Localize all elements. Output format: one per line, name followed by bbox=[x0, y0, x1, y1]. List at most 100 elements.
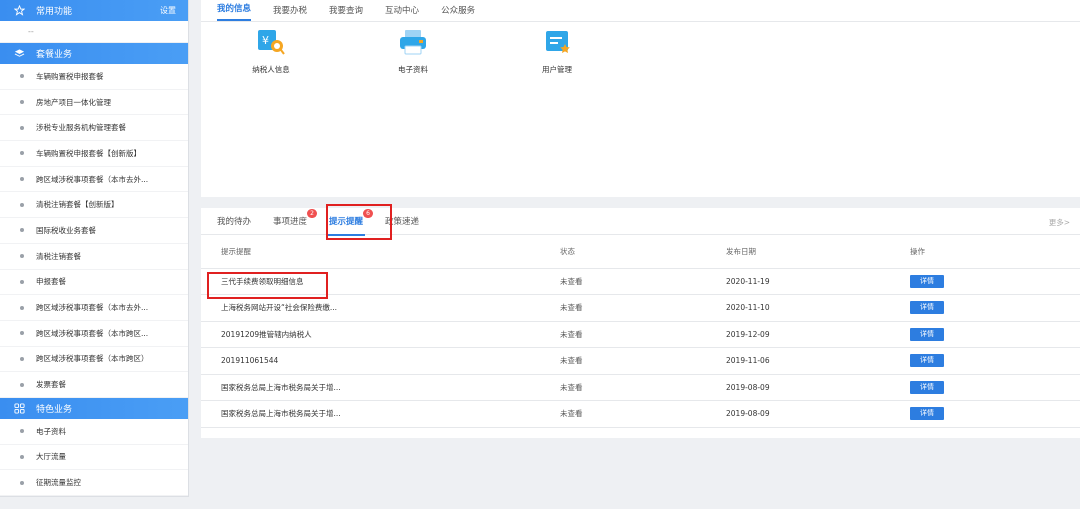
table-row: 201911061544 未查看 2019-11-06 详情 bbox=[201, 347, 1080, 375]
tile-e-document[interactable]: 电子资料 bbox=[373, 28, 453, 75]
special-item-label: 大厅流量 bbox=[36, 452, 66, 462]
reminder-status: 未查看 bbox=[560, 268, 726, 295]
package-item[interactable]: 涉税专业服务机构管理套餐 bbox=[0, 115, 188, 142]
settings-link[interactable]: 设置 bbox=[160, 5, 176, 16]
package-item[interactable]: 清税注销套餐 bbox=[0, 244, 188, 270]
common-functions-header[interactable]: 常用功能 设置 bbox=[0, 0, 188, 21]
bullet-icon bbox=[20, 331, 24, 336]
special-item-label: 征期流量监控 bbox=[36, 478, 81, 488]
package-item-label: 跨区域涉税事项套餐（本市去外... bbox=[36, 303, 149, 313]
my-info-panel: 我的信息 我要办税 我要查询 互动中心 公众服务 ¥ 纳税人信息 电子资料 用户… bbox=[201, 0, 1080, 197]
reminder-date: 2019-11-06 bbox=[726, 347, 910, 375]
col-header-date: 发布日期 bbox=[726, 235, 910, 269]
detail-button[interactable]: 详情 bbox=[910, 301, 944, 315]
tile-taxpayer-info-label: 纳税人信息 bbox=[252, 65, 290, 74]
tab-query[interactable]: 我要查询 bbox=[329, 4, 363, 21]
bullet-icon bbox=[20, 429, 24, 434]
package-item[interactable]: 发票套餐 bbox=[0, 372, 188, 398]
detail-button[interactable]: 详情 bbox=[910, 327, 944, 341]
package-item-label: 房地产项目一体化管理 bbox=[36, 97, 111, 107]
special-item-label: 电子资料 bbox=[36, 426, 66, 436]
action-cell: 详情 bbox=[910, 268, 1080, 295]
e-document-icon bbox=[400, 30, 426, 55]
detail-button[interactable]: 详情 bbox=[910, 407, 944, 421]
tab-public-service[interactable]: 公众服务 bbox=[441, 4, 475, 21]
package-item[interactable]: 清税注销套餐【创新版】 bbox=[0, 192, 188, 219]
reminder-status: 未查看 bbox=[560, 294, 726, 322]
reminder-title[interactable]: 201911061544 bbox=[201, 347, 560, 375]
tab-my-todo-label: 我的待办 bbox=[217, 217, 252, 227]
tab-progress-label: 事项进度 bbox=[273, 217, 308, 227]
reminder-status: 未查看 bbox=[560, 347, 726, 375]
table-row: 20191209推管辖内纳税人 未查看 2019-12-09 详情 bbox=[201, 321, 1080, 348]
reminder-date: 2019-08-09 bbox=[726, 400, 910, 428]
col-header-status: 状态 bbox=[560, 235, 726, 269]
special-business-header[interactable]: 特色业务 bbox=[0, 397, 188, 419]
bullet-icon bbox=[20, 74, 24, 79]
reminders-table: 提示提醒 状态 发布日期 操作 三代手续费领取明细信息 未查看 2020-11-19… bbox=[201, 235, 1080, 428]
bullet-icon bbox=[20, 100, 24, 105]
special-item[interactable]: 征期流量监控 bbox=[0, 470, 188, 496]
col-header-action: 操作 bbox=[910, 235, 1080, 269]
grid-icon bbox=[12, 403, 26, 414]
special-item[interactable]: 大厅流量 bbox=[0, 445, 188, 471]
table-row: 国家税务总局上海市税务局关于增... 未查看 2019-08-09 详情 bbox=[201, 374, 1080, 401]
tile-taxpayer-info[interactable]: ¥ 纳税人信息 bbox=[231, 28, 311, 75]
special-item[interactable]: 电子资料 bbox=[0, 419, 188, 445]
action-cell: 详情 bbox=[910, 347, 1080, 375]
reminder-status: 未查看 bbox=[560, 321, 726, 348]
detail-button[interactable]: 详情 bbox=[910, 354, 944, 368]
tile-user-management[interactable]: 用户管理 bbox=[517, 28, 597, 75]
tab-interaction[interactable]: 互动中心 bbox=[385, 4, 419, 21]
reminder-status: 未查看 bbox=[560, 374, 726, 401]
table-row: 上海税务网站开设“社会保险费缴... 未查看 2020-11-10 详情 bbox=[201, 294, 1080, 322]
action-cell: 详情 bbox=[910, 294, 1080, 322]
bullet-icon bbox=[20, 151, 24, 156]
package-item-label: 跨区域涉税事项套餐（本市跨区... bbox=[36, 328, 149, 338]
bullet-icon bbox=[20, 202, 24, 207]
reminder-date: 2019-08-09 bbox=[726, 374, 910, 401]
package-item-label: 清税注销套餐【创新版】 bbox=[36, 200, 119, 210]
table-row: 三代手续费领取明细信息 未查看 2020-11-19 详情 bbox=[201, 268, 1080, 295]
reminder-title[interactable]: 国家税务总局上海市税务局关于增... bbox=[201, 400, 560, 428]
package-item-label: 国际税收业务套餐 bbox=[36, 225, 96, 235]
bullet-icon bbox=[20, 279, 24, 284]
tab-tax-handling[interactable]: 我要办税 bbox=[273, 4, 307, 21]
package-item[interactable]: 房地产项目一体化管理 bbox=[0, 90, 188, 116]
package-item[interactable]: 车辆购置税申报套餐 bbox=[0, 64, 188, 90]
svg-text:¥: ¥ bbox=[262, 34, 269, 47]
package-item-label: 跨区域涉税事项套餐（本市去外... bbox=[36, 174, 149, 184]
taxpayer-info-icon: ¥ bbox=[258, 30, 285, 55]
package-item[interactable]: 申报套餐 bbox=[0, 270, 188, 296]
package-item[interactable]: 跨区域涉税事项套餐（本市去外... bbox=[0, 167, 188, 193]
tab-my-todo[interactable]: 我的待办 bbox=[217, 215, 251, 227]
package-business-header[interactable]: 套餐业务 bbox=[0, 43, 188, 64]
package-item[interactable]: 跨区域涉税事项套餐（本市去外... bbox=[0, 295, 188, 321]
action-cell: 详情 bbox=[910, 400, 1080, 428]
tab-my-info[interactable]: 我的信息 bbox=[217, 2, 252, 21]
package-item[interactable]: 车辆购置税申报套餐【创新版】 bbox=[0, 141, 188, 167]
table-row: 国家税务总局上海市税务局关于增... 未查看 2019-08-09 详情 bbox=[201, 400, 1080, 428]
tab-progress[interactable]: 事项进度 2 bbox=[273, 209, 318, 227]
reminder-title[interactable]: 20191209推管辖内纳税人 bbox=[201, 321, 560, 348]
highlight-box-row bbox=[207, 272, 328, 299]
bullet-icon bbox=[20, 305, 24, 310]
package-item[interactable]: 跨区域涉税事项套餐（本市跨区... bbox=[0, 321, 188, 347]
more-link[interactable]: 更多> bbox=[1049, 217, 1070, 228]
reminder-date: 2019-12-09 bbox=[726, 321, 910, 348]
bullet-icon bbox=[20, 228, 24, 233]
reminder-title[interactable]: 国家税务总局上海市税务局关于增... bbox=[201, 374, 560, 401]
bullet-icon bbox=[20, 356, 24, 361]
package-item[interactable]: 跨区域涉税事项套餐（本市跨区） bbox=[0, 347, 188, 373]
notifications-panel: 我的待办 事项进度 2 提示提醒 6 政策速递 更多> 提示提醒 状态 发布日期 操… bbox=[201, 204, 1080, 438]
package-item-label: 清税注销套餐 bbox=[36, 251, 81, 261]
star-icon bbox=[12, 5, 26, 16]
progress-badge: 2 bbox=[307, 209, 318, 218]
package-item[interactable]: 国际税收业务套餐 bbox=[0, 218, 188, 244]
detail-button[interactable]: 详情 bbox=[910, 274, 944, 288]
package-item-label: 车辆购置税申报套餐【创新版】 bbox=[36, 148, 141, 158]
bullet-icon bbox=[20, 454, 24, 459]
action-cell: 详情 bbox=[910, 321, 1080, 348]
detail-button[interactable]: 详情 bbox=[910, 380, 944, 394]
package-item-label: 跨区域涉税事项套餐（本市跨区） bbox=[36, 354, 149, 364]
